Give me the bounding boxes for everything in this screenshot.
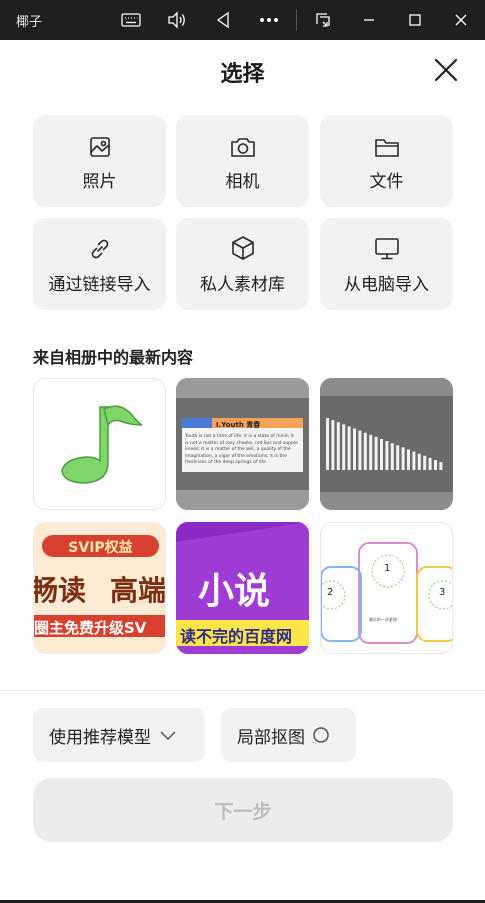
diagram-number: 1 [384, 563, 391, 574]
partial-cutout-toggle[interactable]: 局部抠图 [221, 708, 356, 762]
decorative-bar [363, 432, 367, 470]
source-label: 私人素材库 [200, 275, 285, 295]
system-bar-divider [296, 10, 297, 30]
decorative-bar [353, 428, 356, 470]
decorative-bar [369, 434, 373, 470]
camera-icon [230, 130, 256, 158]
source-link-button[interactable]: 通过链接导入 [33, 218, 166, 310]
app-name: 椰子 [16, 15, 43, 30]
decorative-bar [390, 443, 394, 470]
document-text: Youth is not a time of life; it is a sta… [185, 434, 303, 467]
decorative-bar [428, 457, 432, 470]
close-icon[interactable] [430, 54, 462, 86]
chevron-down-icon [160, 731, 176, 741]
volume-icon[interactable] [162, 6, 192, 34]
page: 椰子 选择 照片 相机 文件 通过链接导入 私人素材库 从电脑导入 来自相册中的… [0, 0, 485, 903]
novel-bottom-text: 读不完的百度网 [180, 627, 293, 646]
source-photo-button[interactable]: 照片 [33, 115, 166, 207]
source-label: 相机 [225, 172, 260, 192]
decorative-bar [326, 418, 329, 470]
document-line: knees; it is a matter of the will, a qua… [185, 447, 291, 452]
banner-bottom-text: 圈主免费升级SV [34, 619, 147, 637]
decorative-bar [417, 453, 421, 470]
source-label: 照片 [82, 172, 117, 192]
image-icon [89, 130, 111, 158]
decorative-bar [385, 441, 389, 470]
decorative-bar [342, 424, 346, 470]
decorative-bar [423, 455, 427, 470]
section-divider [0, 690, 485, 691]
partial-cutout-label: 局部抠图 [237, 727, 305, 748]
monitor-icon [374, 233, 400, 261]
window-close-icon[interactable] [446, 6, 476, 34]
source-computer-button[interactable]: 从电脑导入 [320, 218, 453, 310]
decorative-bar [401, 447, 405, 470]
decorative-bar [380, 439, 383, 470]
decorative-bar [434, 460, 437, 470]
source-camera-button[interactable]: 相机 [176, 115, 309, 207]
source-library-button[interactable]: 私人素材库 [176, 218, 309, 310]
model-select[interactable]: 使用推荐模型 [33, 708, 205, 762]
recent-thumbnail-banner[interactable]: SVIP权益 畅读 高端 圈主免费升级SV [33, 522, 166, 654]
decorative-bar [358, 430, 362, 470]
music-note-icon [61, 405, 143, 484]
diagram-caption: 最近的一次更改 [369, 617, 397, 622]
banner-badge: SVIP权益 [68, 540, 133, 556]
source-label: 从电脑导入 [344, 275, 429, 295]
minimize-icon[interactable] [354, 6, 384, 34]
diagram-number: 3 [439, 587, 446, 598]
document-heading: I.Youth 青春 [216, 421, 261, 429]
decorative-bar [396, 445, 400, 470]
recent-thumbnail-document[interactable]: I.Youth 青春 Youth is not a time of life; … [176, 378, 309, 510]
decorative-bar [407, 449, 410, 470]
folder-icon [374, 130, 400, 158]
recent-thumbnail-bars[interactable] [320, 378, 453, 510]
maximize-icon[interactable] [400, 6, 430, 34]
novel-big-text: 小说 [198, 571, 271, 612]
decorative-bar [439, 462, 443, 470]
back-icon[interactable] [208, 6, 238, 34]
model-select-label: 使用推荐模型 [49, 727, 151, 748]
cube-icon [231, 233, 255, 261]
recent-thumbnail-diagram[interactable]: 1 2 3 最近的一次更改 [320, 522, 453, 654]
screenshot-icon[interactable] [308, 6, 338, 34]
banner-left-text: 畅读 [33, 574, 87, 607]
recent-thumbnail-novel[interactable]: 小说 读不完的百度网 [176, 522, 309, 654]
keyboard-icon[interactable] [116, 6, 146, 34]
page-title: 选择 [220, 62, 265, 87]
decorative-bar [347, 426, 351, 470]
radio-circle-icon[interactable] [313, 727, 329, 743]
more-icon[interactable] [254, 6, 284, 34]
document-line: Youth is not a time of life; it is a sta… [185, 434, 294, 439]
recent-section-title: 来自相册中的最新内容 [33, 348, 194, 367]
decorative-bar [374, 436, 378, 470]
banner-right-text: 高端 [110, 574, 166, 607]
document-line: freshness of the deep springs of life. [185, 460, 268, 465]
source-file-button[interactable]: 文件 [320, 115, 453, 207]
system-bar: 椰子 [0, 0, 485, 40]
diagram-number: 2 [327, 587, 334, 598]
source-label: 文件 [369, 172, 404, 192]
decorative-bar [412, 451, 416, 470]
decorative-bar [331, 420, 335, 470]
link-icon [88, 233, 112, 261]
recent-thumbnail-music[interactable] [33, 378, 166, 510]
next-button[interactable]: 下一步 [33, 778, 453, 842]
decorative-bar [336, 422, 340, 470]
source-label: 通过链接导入 [48, 275, 151, 295]
